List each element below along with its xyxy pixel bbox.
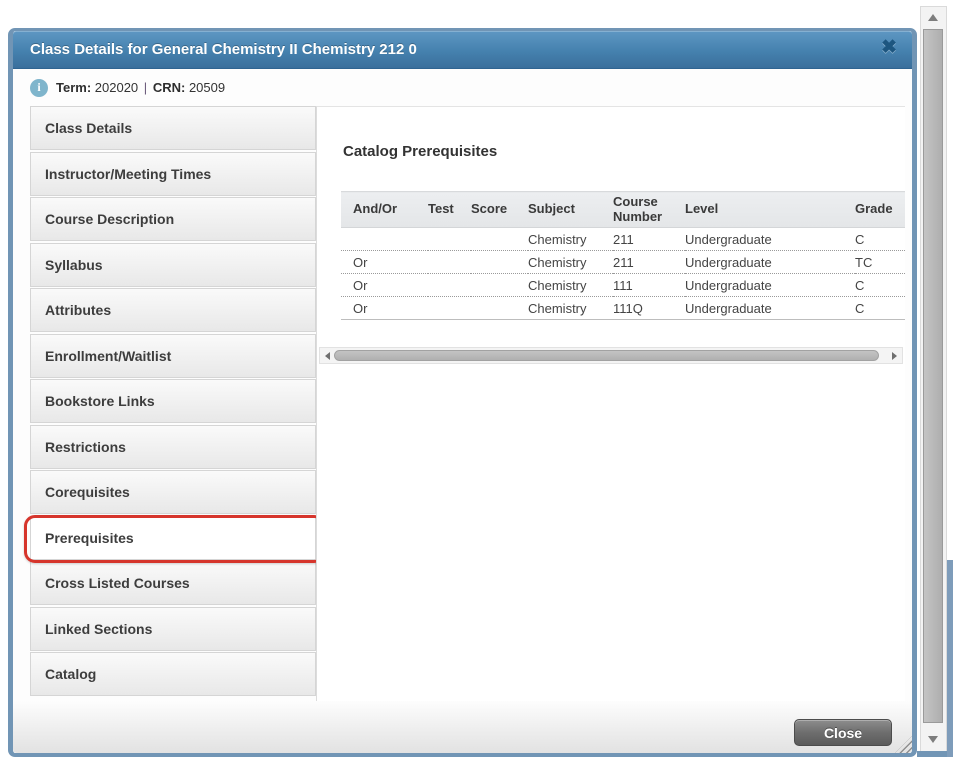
scroll-down-arrow-icon[interactable] <box>928 736 938 743</box>
sidebar-item-label: Instructor/Meeting Times <box>45 166 211 182</box>
cell-level: Undergraduate <box>685 228 855 251</box>
table-row: Chemistry 211 Undergraduate C <box>341 228 905 251</box>
cell-subject: Chemistry <box>528 251 613 274</box>
sidebar-item-class-details[interactable]: Class Details <box>30 106 316 150</box>
close-button[interactable]: Close <box>794 719 892 746</box>
column-header-score: Score <box>471 192 528 228</box>
sidebar-item-label: Cross Listed Courses <box>45 575 190 591</box>
cell-course-number: 211 <box>613 251 685 274</box>
page-background: Class Details for General Chemistry II C… <box>0 0 953 762</box>
cell-grade: C <box>855 297 905 320</box>
cell-score <box>471 228 528 251</box>
sidebar-item-cross-listed-courses[interactable]: Cross Listed Courses <box>30 561 316 605</box>
dialog-title: Class Details for General Chemistry II C… <box>13 31 417 69</box>
sidebar-item-label: Enrollment/Waitlist <box>45 348 171 364</box>
cell-score <box>471 251 528 274</box>
sidebar-item-label: Syllabus <box>45 257 103 273</box>
cell-level: Undergraduate <box>685 274 855 297</box>
close-icon[interactable]: ✖ <box>881 36 897 59</box>
cell-subject: Chemistry <box>528 297 613 320</box>
column-header-subject: Subject <box>528 192 613 228</box>
dialog-titlebar[interactable]: Class Details for General Chemistry II C… <box>13 31 912 69</box>
sidebar-item-label: Restrictions <box>45 439 126 455</box>
term-crn-separator: | <box>142 80 149 95</box>
table-header-row: And/Or Test Score Subject Course Number … <box>341 192 905 228</box>
horizontal-scrollbar[interactable] <box>319 347 903 364</box>
sidebar-item-linked-sections[interactable]: Linked Sections <box>30 607 316 651</box>
cell-test <box>428 251 471 274</box>
frame-right-edge <box>947 560 953 757</box>
vertical-scrollbar-thumb[interactable] <box>923 29 943 723</box>
column-header-grade: Grade <box>855 192 905 228</box>
column-header-course-number: Course Number <box>613 192 685 228</box>
cell-score <box>471 297 528 320</box>
table-row: Or Chemistry 111 Undergraduate C <box>341 274 905 297</box>
sidebar-item-label: Attributes <box>45 302 111 318</box>
sidebar-item-corequisites[interactable]: Corequisites <box>30 470 316 514</box>
sidebar-item-prerequisites[interactable]: Prerequisites <box>30 516 316 560</box>
prerequisites-table: And/Or Test Score Subject Course Number … <box>341 191 905 320</box>
sidebar-item-label: Catalog <box>45 666 96 682</box>
sidebar-item-label: Prerequisites <box>45 530 134 546</box>
cell-score <box>471 274 528 297</box>
column-header-level: Level <box>685 192 855 228</box>
dialog-sidebar: Class Details Instructor/Meeting Times C… <box>30 106 316 698</box>
cell-grade: C <box>855 228 905 251</box>
sidebar-item-label: Corequisites <box>45 484 130 500</box>
prerequisites-panel: Catalog Prerequisites And/Or Test Score … <box>316 106 905 701</box>
vertical-scrollbar[interactable] <box>920 6 947 752</box>
crn-value: 20509 <box>189 80 225 95</box>
sidebar-item-catalog[interactable]: Catalog <box>30 652 316 696</box>
cell-and-or: Or <box>341 251 428 274</box>
info-icon: i <box>30 79 48 97</box>
cell-grade: C <box>855 274 905 297</box>
term-value: 202020 <box>95 80 138 95</box>
term-crn-infobar: i Term: 202020 | CRN: 20509 <box>13 70 912 105</box>
sidebar-item-label: Course Description <box>45 211 174 227</box>
table-row: Or Chemistry 211 Undergraduate TC <box>341 251 905 274</box>
crn-label: CRN: <box>153 80 186 95</box>
term-label: Term: <box>56 80 91 95</box>
dialog-footer: Close <box>13 701 912 753</box>
cell-test <box>428 274 471 297</box>
column-header-and-or: And/Or <box>341 192 428 228</box>
sidebar-item-label: Linked Sections <box>45 621 152 637</box>
cell-course-number: 211 <box>613 228 685 251</box>
sidebar-item-bookstore-links[interactable]: Bookstore Links <box>30 379 316 423</box>
cell-subject: Chemistry <box>528 228 613 251</box>
cell-and-or: Or <box>341 274 428 297</box>
cell-subject: Chemistry <box>528 274 613 297</box>
cell-test <box>428 297 471 320</box>
class-details-dialog: Class Details for General Chemistry II C… <box>8 28 917 757</box>
table-row: Or Chemistry 111Q Undergraduate C <box>341 297 905 320</box>
column-header-test: Test <box>428 192 471 228</box>
sidebar-item-syllabus[interactable]: Syllabus <box>30 243 316 287</box>
cell-course-number: 111Q <box>613 297 685 320</box>
cell-and-or: Or <box>341 297 428 320</box>
horizontal-scrollbar-thumb[interactable] <box>334 350 879 361</box>
term-crn-text: Term: 202020 | CRN: 20509 <box>56 80 225 95</box>
cell-level: Undergraduate <box>685 297 855 320</box>
cell-grade: TC <box>855 251 905 274</box>
cell-and-or <box>341 228 428 251</box>
cell-level: Undergraduate <box>685 251 855 274</box>
sidebar-item-course-description[interactable]: Course Description <box>30 197 316 241</box>
sidebar-item-label: Class Details <box>45 120 132 136</box>
panel-heading: Catalog Prerequisites <box>343 143 497 160</box>
scroll-up-arrow-icon[interactable] <box>928 14 938 21</box>
cell-course-number: 111 <box>613 274 685 297</box>
sidebar-item-instructor-meeting-times[interactable]: Instructor/Meeting Times <box>30 152 316 196</box>
sidebar-item-restrictions[interactable]: Restrictions <box>30 425 316 469</box>
sidebar-item-enrollment-waitlist[interactable]: Enrollment/Waitlist <box>30 334 316 378</box>
cell-test <box>428 228 471 251</box>
scroll-right-arrow-icon[interactable] <box>892 352 897 360</box>
sidebar-item-attributes[interactable]: Attributes <box>30 288 316 332</box>
sidebar-item-label: Bookstore Links <box>45 393 155 409</box>
scroll-left-arrow-icon[interactable] <box>325 352 330 360</box>
